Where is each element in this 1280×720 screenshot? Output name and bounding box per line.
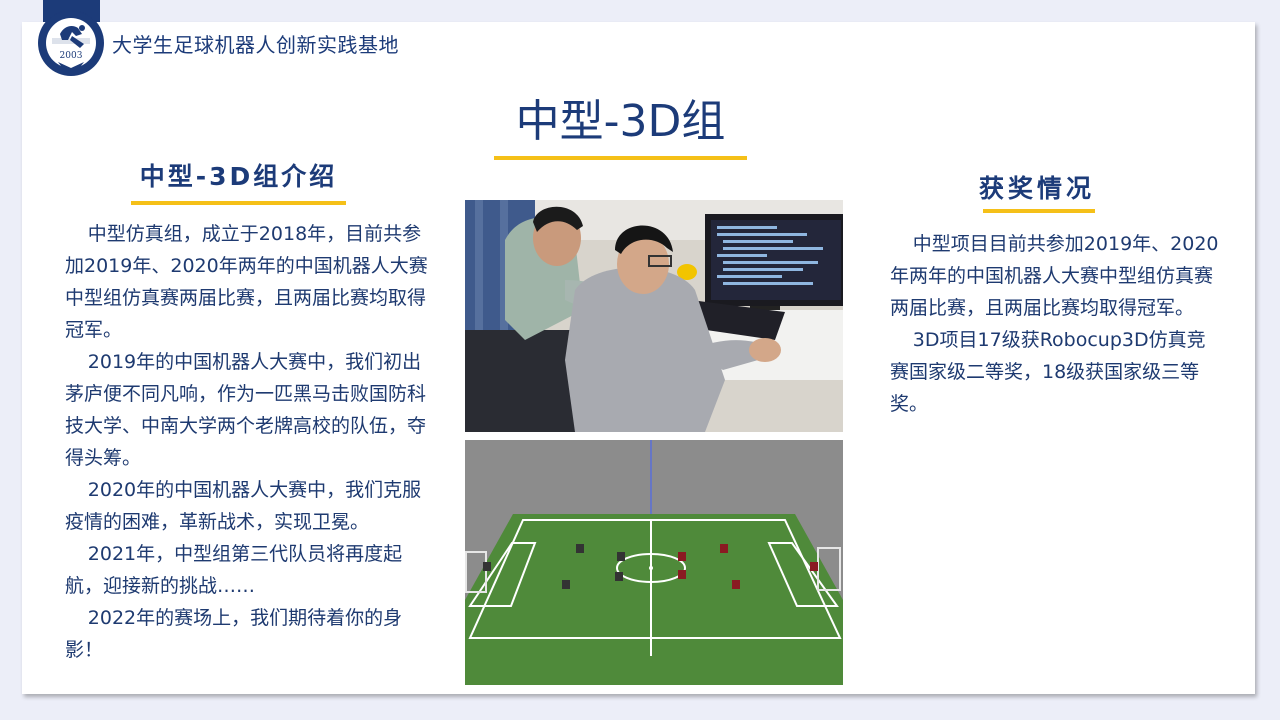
simulation-screenshot [465, 440, 843, 685]
awards-underline [983, 209, 1095, 213]
awards-text: 中型项目目前共参加2019年、2020年两年的中国机器人大赛中型组仿真赛两届比赛… [890, 228, 1220, 420]
awards-paragraph: 3D项目17级获Robocup3D仿真竞赛国家级二等奖，18级获国家级三等奖。 [890, 329, 1206, 415]
intro-paragraph: 2019年的中国机器人大赛中，我们初出茅庐便不同凡响，作为一匹黑马击败国防科技大… [65, 351, 427, 469]
page-title: 中型-3D组 [515, 96, 726, 147]
logo-year: 2003 [60, 51, 83, 61]
club-logo: 2003 [38, 10, 104, 76]
awards-paragraph: 中型项目目前共参加2019年、2020年两年的中国机器人大赛中型组仿真赛两届比赛… [890, 233, 1219, 319]
intro-paragraph: 2021年，中型组第三代队员将再度起航，迎接新的挑战…… [65, 543, 403, 597]
intro-paragraph: 中型仿真组，成立于2018年，目前共参加2019年、2020年两年的中国机器人大… [65, 223, 428, 341]
org-name: 大学生足球机器人创新实践基地 [112, 33, 399, 57]
title-underline [494, 156, 747, 160]
intro-heading: 中型-3D组介绍 [139, 162, 338, 191]
intro-underline [131, 201, 346, 205]
team-photo [465, 200, 843, 432]
intro-text: 中型仿真组，成立于2018年，目前共参加2019年、2020年两年的中国机器人大… [65, 218, 440, 666]
intro-paragraph: 2020年的中国机器人大赛中，我们克服疫情的困难，革新战术，实现卫冕。 [65, 479, 422, 533]
awards-heading: 获奖情况 [978, 174, 1095, 203]
intro-paragraph: 2022年的赛场上，我们期待着你的身影！ [65, 607, 403, 661]
